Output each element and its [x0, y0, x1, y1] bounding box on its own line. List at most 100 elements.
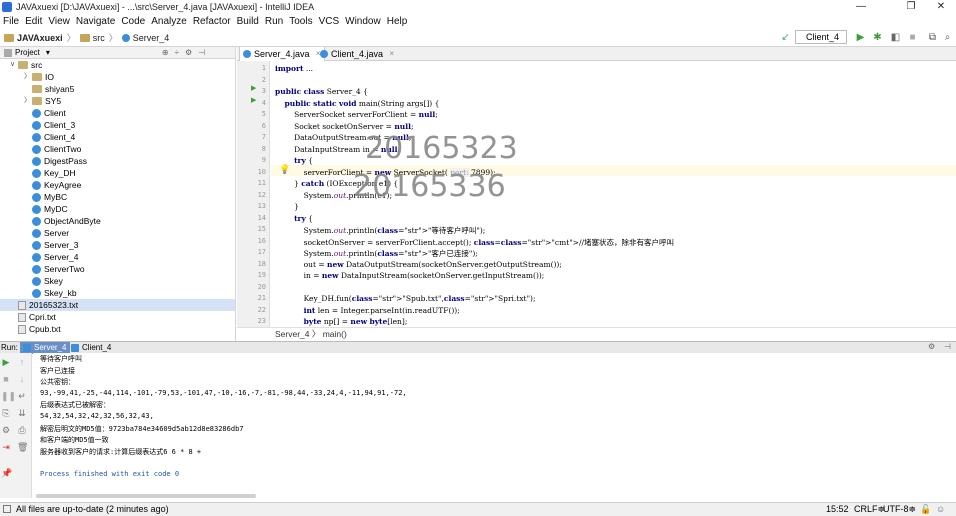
project-tree-item[interactable]: Key_DH — [0, 167, 235, 179]
project-tree-item[interactable]: Server_4 — [0, 251, 235, 263]
gear-icon[interactable]: ⚙ — [185, 48, 192, 57]
pause-icon[interactable]: ❚❚ — [1, 391, 16, 401]
lightbulb-icon[interactable]: 💡 — [279, 164, 290, 175]
up-arrow-icon[interactable]: ↑ — [17, 357, 27, 367]
event-log-icon[interactable]: ☺ — [936, 503, 945, 516]
line-separator[interactable]: CRLF≑ — [854, 503, 885, 516]
project-tree-item[interactable]: Server — [0, 227, 235, 239]
project-tree-item[interactable]: Skey — [0, 275, 235, 287]
breadcrumb-src[interactable]: src — [79, 33, 105, 43]
chevron-down-icon[interactable]: ▾ — [46, 48, 50, 57]
editor-breadcrumb[interactable]: Server_4 〉 main() — [237, 327, 956, 341]
close-window-button[interactable]: ✕ — [926, 0, 956, 14]
file-encoding[interactable]: UTF-8≑ — [883, 503, 916, 516]
project-tree-item[interactable]: KeyAgree — [0, 179, 235, 191]
project-tree-label: DigestPass — [44, 156, 87, 166]
maximize-button[interactable]: ❐ — [896, 0, 926, 14]
project-tree-item[interactable]: ∨ src — [0, 59, 235, 71]
pin-icon[interactable]: 📌 — [1, 468, 12, 478]
caret-position[interactable]: 15:52 — [826, 503, 849, 516]
print-icon[interactable]: ⎙ — [17, 425, 27, 435]
collapse-icon[interactable]: ÷ — [175, 48, 179, 57]
hide-panel-icon[interactable]: ⊣ — [198, 48, 205, 57]
menu-analyze[interactable]: Analyze — [148, 16, 190, 27]
close-icon[interactable]: × — [389, 47, 394, 61]
menu-refactor[interactable]: Refactor — [190, 16, 234, 27]
debug-icon[interactable]: ✱ — [872, 32, 883, 43]
breadcrumb-file[interactable]: Server_4 — [121, 33, 169, 43]
menu-view[interactable]: View — [45, 16, 73, 27]
project-tree-item[interactable]: DigestPass — [0, 155, 235, 167]
project-tree-label: Skey — [44, 276, 63, 286]
hide-panel-icon[interactable]: ⊣ — [944, 342, 951, 351]
project-tree-item[interactable]: Client_3 — [0, 119, 235, 131]
chevron-right-icon[interactable]: 〉 — [24, 95, 32, 107]
project-structure-icon[interactable]: ⧉ — [927, 32, 938, 43]
search-everywhere-icon[interactable]: ⌕ — [942, 32, 953, 43]
project-tree-item[interactable]: ServerTwo — [0, 263, 235, 275]
tab-server-4[interactable]: Server_4.java × — [239, 47, 325, 61]
project-tree-item[interactable]: Server_3 — [0, 239, 235, 251]
project-tree-item[interactable]: 〉 SY5 — [0, 95, 235, 107]
run-config-select[interactable]: Client_4 ▾ — [795, 30, 847, 54]
project-tree-item[interactable]: Cpri.txt — [0, 311, 235, 323]
scroll-to-end-icon[interactable]: ⇊ — [17, 408, 27, 418]
text-file-icon — [18, 324, 26, 334]
stop-icon[interactable]: ■ — [907, 32, 918, 43]
class-icon — [32, 108, 41, 118]
project-view-selector[interactable]: Project — [15, 48, 40, 57]
menu-edit[interactable]: Edit — [22, 16, 45, 27]
menu-tools[interactable]: Tools — [286, 16, 315, 27]
run-gutter-icon[interactable]: ▶ — [251, 96, 256, 104]
project-tree-item[interactable]: Skey_kb — [0, 287, 235, 299]
coverage-icon[interactable]: ◧ — [890, 32, 901, 43]
tab-client-4[interactable]: Client_4.java × — [317, 47, 397, 61]
lock-icon[interactable]: 🔓 — [920, 503, 931, 516]
project-tree-item[interactable]: ClientTwo — [0, 143, 235, 155]
project-tree-item[interactable]: 20165323.txt — [0, 299, 235, 311]
editor-tabs: Server_4.java × Client_4.java × — [237, 47, 956, 61]
class-icon — [32, 252, 41, 262]
menu-vcs[interactable]: VCS — [316, 16, 343, 27]
soft-wrap-icon[interactable]: ↵ — [17, 391, 27, 401]
project-tree-item[interactable]: MyBC — [0, 191, 235, 203]
menu-window[interactable]: Window — [342, 16, 384, 27]
run-gutter-icon[interactable]: ▶ — [251, 84, 256, 92]
menu-help[interactable]: Help — [384, 16, 411, 27]
project-tree-item[interactable]: MyDC — [0, 203, 235, 215]
project-tree-item[interactable]: ObjectAndByte — [0, 215, 235, 227]
chevron-right-icon[interactable]: 〉 — [24, 71, 32, 83]
menu-file[interactable]: File — [0, 16, 22, 27]
minimize-button[interactable]: — — [846, 0, 876, 14]
project-tree-item[interactable]: Cpub.txt — [0, 323, 235, 335]
run-toolbar: ▶ ↑ ■ ↓ ❚❚ ↵ ⎘ ⇊ ⚙ ⎙ ⇥ 🗑 📌 — [0, 353, 32, 498]
run-console[interactable]: 等待客户呼叫 客户已连接 公共密钥： 93,-99,41,-25,-44,114,-1… — [33, 353, 956, 498]
project-tree-item[interactable]: Client_4 — [0, 131, 235, 143]
breadcrumb-project[interactable]: JAVAxuexi — [4, 33, 63, 43]
console-horizontal-scrollbar[interactable] — [36, 494, 256, 498]
build-arrow-icon[interactable]: ↙ — [780, 32, 791, 43]
delete-icon[interactable]: 🗑 — [17, 442, 28, 452]
menu-run[interactable]: Run — [262, 16, 286, 27]
project-tree-label: Server_4 — [44, 252, 79, 262]
down-arrow-icon[interactable]: ↓ — [17, 374, 27, 384]
menu-navigate[interactable]: Navigate — [73, 16, 118, 27]
code-editor[interactable]: 1 2 3 4 5 6 7 8 9 10 11 12 13 14 15 16 17 18 19 20 21 22 23 im… — [237, 61, 956, 327]
rerun-icon[interactable]: ▶ — [1, 357, 11, 367]
project-tree-item[interactable]: 〉 IO — [0, 71, 235, 83]
stop-icon[interactable]: ■ — [1, 374, 11, 384]
project-tree-item[interactable]: shiyan5 — [0, 83, 235, 95]
dump-threads-icon[interactable]: ⎘ — [1, 408, 11, 418]
exit-icon[interactable]: ⇥ — [1, 442, 11, 452]
console-line: 服务器收到客户的请求:计算后缀表达式6 6 * 8 + — [40, 447, 202, 456]
settings-icon[interactable]: ⚙ — [1, 425, 11, 435]
menu-code[interactable]: Code — [118, 16, 148, 27]
line-number: 11 — [257, 179, 266, 187]
project-tree-item[interactable]: Client — [0, 107, 235, 119]
globe-icon[interactable]: ⊕ — [162, 48, 169, 57]
chevron-down-icon[interactable]: ∨ — [10, 59, 18, 71]
run-icon[interactable]: ▶ — [855, 32, 866, 43]
gear-icon[interactable]: ⚙ — [928, 342, 935, 351]
menu-build[interactable]: Build — [234, 16, 262, 27]
toggle-panels-icon[interactable] — [3, 505, 11, 513]
